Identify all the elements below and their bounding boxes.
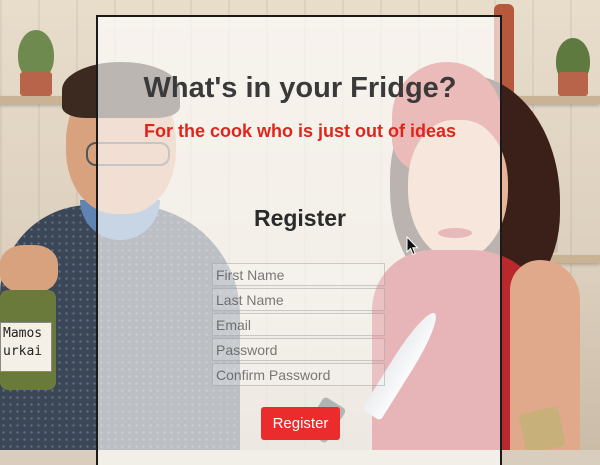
email-field[interactable] <box>212 313 385 336</box>
jar-label: Mamos urkai <box>0 322 52 372</box>
confirm-password-field[interactable] <box>212 363 385 386</box>
page-title: What's in your Fridge? <box>143 72 457 104</box>
mouse-pointer-icon <box>406 236 419 256</box>
page-subtitle: For the cook who is just out of ideas <box>143 121 457 141</box>
password-field[interactable] <box>212 338 385 361</box>
first-name-field[interactable] <box>212 263 385 286</box>
belt-buckle <box>518 406 566 450</box>
register-button[interactable]: Register <box>261 407 340 440</box>
last-name-field[interactable] <box>212 288 385 311</box>
register-heading: Register <box>253 205 347 231</box>
man-hand <box>0 245 58 293</box>
